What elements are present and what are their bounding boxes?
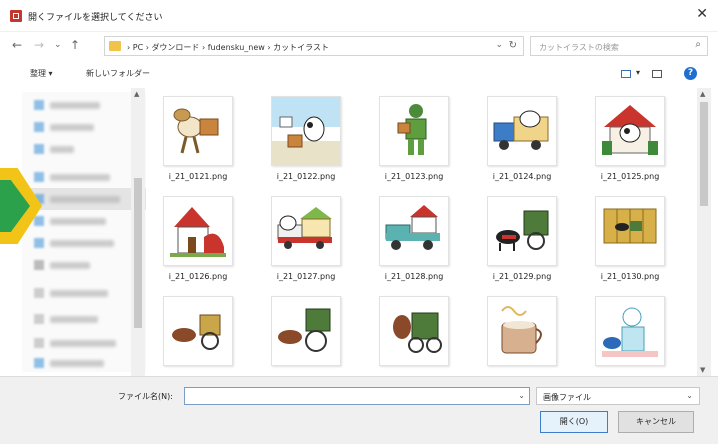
file-tile[interactable]: i_21_0127.png [262,192,350,288]
command-toolbar: 整理 ▾ 新しいフォルダー ▾ ? [0,60,718,88]
ox-cart-wheel-icon [271,296,341,366]
file-name: i_21_0121.png [168,172,228,181]
open-button[interactable]: 開く(O) [540,411,608,433]
filetype-dropdown-icon[interactable]: ⌄ [686,391,693,400]
file-name: i_21_0128.png [384,272,444,281]
filename-dropdown-icon[interactable]: ⌄ [518,391,525,400]
truck-teal-house-icon [379,196,449,266]
search-icon[interactable]: ⌕ [695,39,701,50]
cow-carrying-box-icon [163,96,233,166]
refresh-icon[interactable]: ↻ [509,40,517,51]
coffee-cup-icon [487,296,557,366]
search-placeholder: カットイラストの検索 [539,43,619,52]
filetype-select[interactable]: 画像ファイル ⌄ [536,387,700,405]
search-box[interactable]: カットイラストの検索 ⌕ [530,36,708,56]
cow-house-red-icon [595,96,665,166]
app-icon [10,10,22,22]
cancel-button[interactable]: キャンセル [618,411,694,433]
file-name: i_21_0125.png [600,172,660,181]
file-name: i_21_0126.png [168,272,228,281]
cow-green-delivery-icon [379,96,449,166]
file-tile[interactable]: i_21_0130.png [586,192,674,288]
recent-locations-icon[interactable]: ⌄ [54,40,62,50]
up-folder-icon[interactable]: ↑ [70,38,80,52]
ox-cart-small-icon [163,296,233,366]
filename-label: ファイル名(N): [118,392,173,401]
filename-input[interactable]: ⌄ [184,387,530,405]
file-tile[interactable]: i_21_0124.png [478,92,566,188]
nav-scroll-thumb[interactable] [134,178,142,328]
address-dropdown-icon[interactable]: ⌄ [495,40,503,50]
view-mode-icon[interactable] [621,70,631,78]
title-bar: 開くファイルを選択してください ✕ [0,0,718,32]
file-tile[interactable]: i_21_0128.png [370,192,458,288]
ox-cart-golden-screen-icon [595,196,665,266]
file-name: i_21_0127.png [276,272,336,281]
house-red-roof-icon [163,196,233,266]
file-name: i_21_0123.png [384,172,444,181]
file-name: i_21_0129.png [492,272,552,281]
cow-truck-house-icon [271,196,341,266]
window-title: 開くファイルを選択してください [28,13,163,23]
filetype-value: 画像ファイル [543,393,591,402]
file-list[interactable]: i_21_0121.png i_21_0122.png i_21_0123.pn… [150,88,696,376]
new-folder-button[interactable]: 新しいフォルダー [86,68,150,79]
address-bar[interactable]: › PC › ダウンロード › fudensku_new › カットイラスト ⌄… [104,36,524,56]
ox-cart-front-icon [379,296,449,366]
help-icon[interactable]: ? [684,67,697,80]
file-tile[interactable]: i_21_0123.png [370,92,458,188]
ox-cart-green-icon [487,196,557,266]
file-tile[interactable]: i_21_0125.png [586,92,674,188]
navigation-bar: ← → ⌄ ↑ › PC › ダウンロード › fudensku_new › カ… [0,32,718,60]
file-tile[interactable] [154,292,242,388]
person-with-cow-icon [595,296,665,366]
file-tile[interactable]: i_21_0129.png [478,192,566,288]
preview-pane-icon[interactable] [652,70,662,78]
file-tile[interactable]: i_21_0126.png [154,192,242,288]
breadcrumb[interactable]: › PC › ダウンロード › fudensku_new › カットイラスト [127,42,329,53]
file-tile[interactable]: i_21_0121.png [154,92,242,188]
file-name: i_21_0122.png [276,172,336,181]
file-name: i_21_0130.png [600,272,660,281]
organize-button[interactable]: 整理 ▾ [30,68,53,79]
cow-delivery-man-icon [271,96,341,166]
file-tile[interactable]: i_21_0122.png [262,92,350,188]
file-scrollbar[interactable]: ▲ ▼ [697,88,711,376]
file-tile[interactable] [370,292,458,388]
folder-icon [109,41,121,51]
file-scroll-thumb[interactable] [700,102,708,206]
scroll-up-icon[interactable]: ▲ [700,90,705,98]
close-button[interactable]: ✕ [696,6,708,22]
scroll-up-icon[interactable]: ▲ [134,90,139,98]
view-dropdown-icon[interactable]: ▾ [636,68,640,77]
navigation-pane[interactable] [22,92,146,372]
file-tile[interactable] [586,292,674,388]
nav-scrollbar[interactable]: ▲ [131,88,145,376]
back-icon[interactable]: ← [12,38,22,52]
file-name: i_21_0124.png [492,172,552,181]
forward-icon[interactable]: → [34,38,44,52]
file-tile[interactable] [262,292,350,388]
scroll-down-icon[interactable]: ▼ [700,366,705,374]
dialog-footer: ファイル名(N): ⌄ 画像ファイル ⌄ 開く(O) キャンセル [0,376,718,444]
cow-truck-blue-icon [487,96,557,166]
file-tile[interactable] [478,292,566,388]
